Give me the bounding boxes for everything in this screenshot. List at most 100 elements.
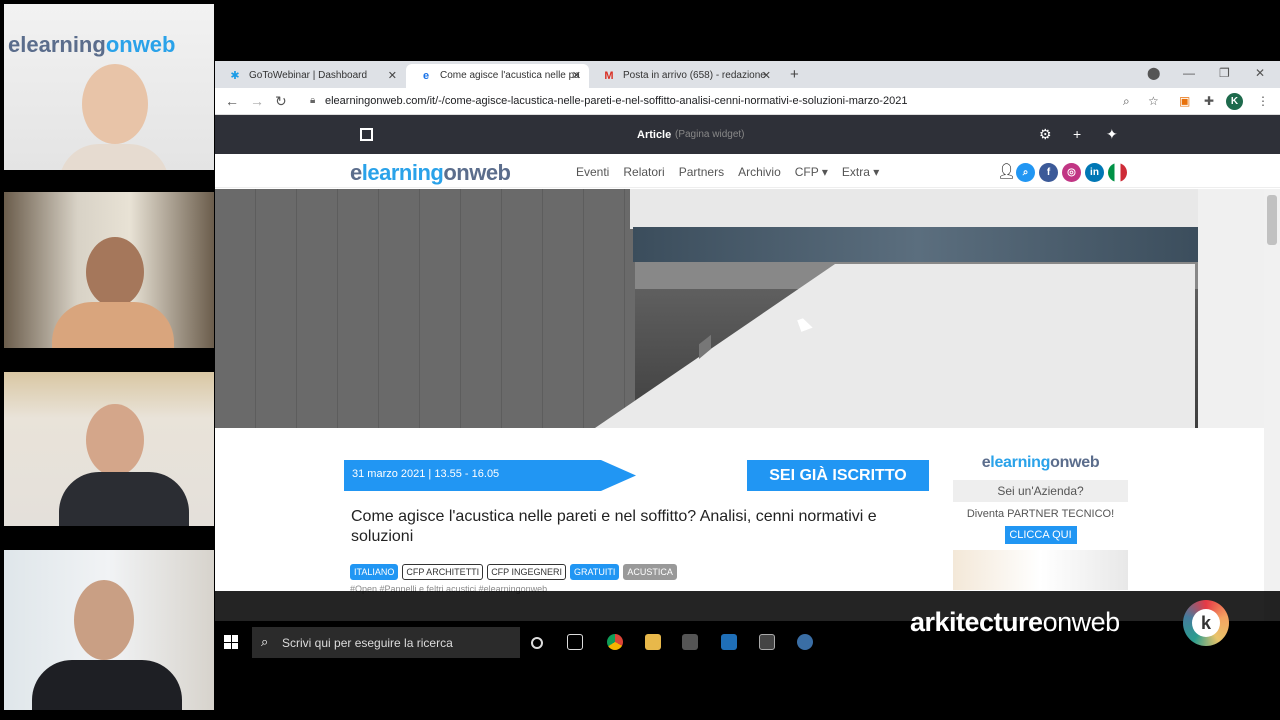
- edge-icon: e: [422, 70, 430, 82]
- webcam-background-logo: elearningonweb: [8, 32, 175, 58]
- participant-body: [52, 302, 174, 348]
- address-bar: ← → ↻ 🔒︎ elearningonweb.com/it/-/come-ag…: [215, 88, 1280, 115]
- menu-item-partners[interactable]: Partners: [679, 165, 724, 179]
- calculator-icon[interactable]: [682, 634, 698, 650]
- hero-image: [215, 189, 1264, 428]
- screen: elearningonweb ✱ GoToWebinar | Dashboard…: [0, 0, 1280, 720]
- browser-window: ✱ GoToWebinar | Dashboard ✕ e Come agisc…: [215, 61, 1280, 621]
- puzzle-icon[interactable]: ✚: [1204, 94, 1214, 108]
- search-icon[interactable]: ⌕: [1016, 163, 1035, 182]
- italy-flag-icon[interactable]: [1108, 163, 1127, 182]
- participant-face: [74, 580, 134, 660]
- search-icon: ⌕: [261, 634, 269, 649]
- maximize-icon[interactable]: ❐: [1219, 66, 1230, 80]
- sidebar-question: Sei un'Azienda?: [953, 480, 1128, 502]
- webcam-tile-2: [4, 192, 214, 348]
- close-icon[interactable]: ✕: [762, 69, 771, 82]
- photos-icon[interactable]: [721, 634, 737, 650]
- tag-acustica[interactable]: ACUSTICA: [623, 564, 677, 580]
- cam-logo-part1: elearning: [8, 32, 106, 57]
- settings-icon[interactable]: ⚙: [1039, 126, 1052, 143]
- webcam-tile-4: [4, 550, 214, 710]
- cms-toolbar: Article (Pagina widget) ⚙ + ✦: [215, 115, 1280, 154]
- event-date-banner: 31 marzo 2021 | 13.55 - 16.05: [344, 460, 636, 491]
- add-icon[interactable]: +: [1073, 126, 1081, 142]
- sidebar-toggle-icon[interactable]: [360, 128, 373, 141]
- participant-face: [86, 237, 144, 307]
- reload-icon[interactable]: ↻: [275, 93, 287, 110]
- page-scrollbar[interactable]: [1264, 189, 1280, 621]
- search-placeholder: Scrivi qui per eseguire la ricerca: [282, 636, 453, 650]
- menu-item-eventi[interactable]: Eventi: [576, 165, 609, 179]
- app-icon[interactable]: [759, 634, 775, 650]
- gotowebinar-icon: ✱: [230, 70, 240, 82]
- sidebar-image: [953, 550, 1128, 590]
- gotowebinar-taskbar-icon[interactable]: [797, 634, 813, 650]
- tag-cfp-ingegneri[interactable]: CFP INGEGNERI: [487, 564, 567, 580]
- tab-label: GoToWebinar | Dashboard: [249, 70, 368, 81]
- close-icon[interactable]: ✕: [388, 69, 397, 82]
- k-logo-icon: k: [1183, 600, 1229, 646]
- back-icon[interactable]: ←: [225, 93, 239, 109]
- cam-logo-part2: onweb: [105, 32, 176, 57]
- url-field[interactable]: elearningonweb.com/it/-/come-agisce-lacu…: [325, 95, 907, 107]
- site-header: elearningonweb Eventi Relatori Partners …: [215, 154, 1280, 188]
- participant-face: [82, 64, 148, 144]
- sidebar-text: Diventa PARTNER TECNICO!: [966, 508, 1115, 520]
- extension-icon[interactable]: ▣: [1179, 94, 1190, 108]
- minimize-icon[interactable]: —: [1183, 66, 1195, 80]
- avatar[interactable]: K: [1226, 93, 1243, 110]
- tab-article[interactable]: e Come agisce l'acustica nelle pa ✕: [406, 64, 589, 88]
- arkitecture-brand: arkitectureonweb: [910, 607, 1120, 637]
- article-title: Come agisce l'acustica nelle pareti e ne…: [351, 508, 877, 545]
- click-here-button[interactable]: CLICCA QUI: [1004, 526, 1077, 544]
- menu-item-archivio[interactable]: Archivio: [738, 165, 781, 179]
- user-icon[interactable]: 👤︎: [997, 162, 1016, 180]
- compass-icon[interactable]: ✦: [1106, 126, 1118, 143]
- tab-label: Posta in arrivo (658) - redazione: [623, 70, 766, 81]
- participant-body: [32, 660, 182, 710]
- site-logo[interactable]: elearningonweb: [350, 160, 511, 186]
- tag-cfp-architetti[interactable]: CFP ARCHITETTI: [402, 564, 484, 580]
- tag-list: ITALIANO CFP ARCHITETTI CFP INGEGNERI GR…: [350, 564, 677, 580]
- instagram-icon[interactable]: ◎: [1062, 163, 1081, 182]
- scroll-thumb[interactable]: [1267, 195, 1277, 245]
- menu-item-extra[interactable]: Extra ▾: [842, 165, 879, 179]
- partner-sidebar: elearningonweb Sei un'Azienda? Diventa P…: [953, 454, 1128, 590]
- main-menu: Eventi Relatori Partners Archivio CFP ▾ …: [576, 165, 879, 179]
- zoom-icon[interactable]: ⌕: [1123, 94, 1130, 109]
- window-close-icon[interactable]: ✕: [1255, 66, 1265, 80]
- taskbar-search-input[interactable]: ⌕ Scrivi qui per eseguire la ricerca: [252, 627, 520, 658]
- linkedin-icon[interactable]: in: [1085, 163, 1104, 182]
- menu-item-cfp[interactable]: CFP ▾: [795, 165, 828, 179]
- tab-label: Come agisce l'acustica nelle pa: [440, 70, 580, 81]
- windows-start-icon[interactable]: [224, 635, 238, 649]
- menu-item-relatori[interactable]: Relatori: [623, 165, 664, 179]
- page-type-title: Article: [637, 129, 672, 141]
- tag-italiano[interactable]: ITALIANO: [350, 564, 399, 580]
- tab-gotowebinar[interactable]: ✱ GoToWebinar | Dashboard ✕: [215, 64, 405, 88]
- bookmark-star-icon[interactable]: ☆: [1148, 94, 1159, 108]
- lock-icon: 🔒︎: [310, 95, 316, 106]
- chrome-icon[interactable]: [607, 634, 623, 650]
- registered-button[interactable]: SEI GIÀ ISCRITTO: [747, 460, 929, 491]
- close-icon[interactable]: ✕: [572, 69, 581, 82]
- sidebar-logo: elearningonweb: [981, 454, 1100, 471]
- facebook-icon[interactable]: f: [1039, 163, 1058, 182]
- tag-gratuiti[interactable]: GRATUITI: [570, 564, 620, 580]
- file-explorer-icon[interactable]: [645, 634, 661, 650]
- forward-icon[interactable]: →: [250, 93, 264, 109]
- tab-bar: ✱ GoToWebinar | Dashboard ✕ e Come agisc…: [215, 61, 1280, 88]
- tab-gmail[interactable]: M Posta in arrivo (658) - redazione ✕: [589, 64, 779, 88]
- windows-taskbar: ⌕ Scrivi qui per eseguire la ricerca: [215, 627, 1280, 658]
- gmail-icon: M: [604, 70, 614, 82]
- tab-search-icon[interactable]: ⬤: [1147, 66, 1160, 80]
- new-tab-icon[interactable]: +: [790, 66, 799, 83]
- webcam-tile-1: elearningonweb: [4, 4, 214, 170]
- task-view-icon[interactable]: [567, 634, 583, 650]
- participant-face: [86, 404, 144, 476]
- participant-body: [59, 472, 189, 526]
- menu-icon[interactable]: ⋮: [1257, 94, 1269, 108]
- cortana-icon[interactable]: [531, 637, 543, 649]
- page-type-subtitle[interactable]: (Pagina widget): [675, 129, 744, 140]
